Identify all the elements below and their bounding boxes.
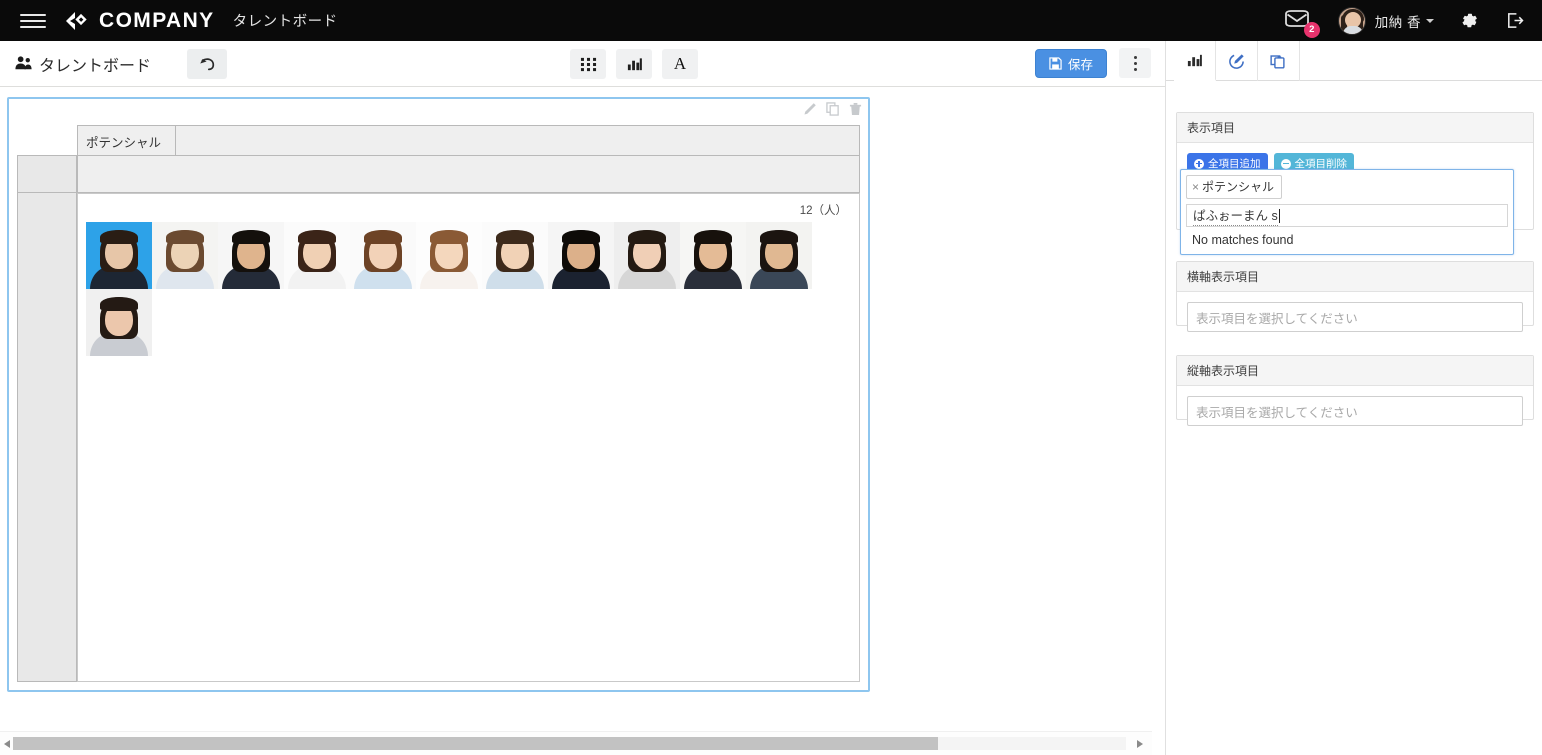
- portrait-thumbnail[interactable]: [284, 222, 350, 289]
- y-axis-placeholder: 表示項目を選択してください: [1196, 402, 1358, 421]
- canvas-horizontal-scrollbar[interactable]: [0, 731, 1152, 755]
- main-toolbar: タレントボード: [0, 41, 1165, 87]
- text-a-icon: A: [674, 54, 686, 74]
- portrait-thumbnail[interactable]: [680, 222, 746, 289]
- header-right-tools: 2 加納 香: [1284, 6, 1542, 36]
- text-caret: [1279, 209, 1280, 223]
- floppy-save-icon: [1049, 57, 1062, 70]
- portrait-thumbnail[interactable]: [548, 222, 614, 289]
- x-axis-body: 表示項目を選択してください: [1177, 292, 1533, 342]
- portrait-thumbnail[interactable]: [614, 222, 680, 289]
- mail-icon[interactable]: 2: [1284, 6, 1318, 36]
- brand-name: COMPANY: [99, 9, 215, 33]
- portrait-thumbnail[interactable]: [86, 222, 152, 289]
- y-axis-title: 縦軸表示項目: [1177, 356, 1533, 386]
- display-items-title: 表示項目: [1177, 113, 1533, 143]
- people-count-label: 12（人）: [800, 202, 847, 218]
- gear-icon[interactable]: [1460, 11, 1479, 30]
- card-delete-icon[interactable]: [849, 102, 862, 121]
- minus-circle-icon: [1281, 159, 1291, 169]
- portrait-thumbnail[interactable]: [746, 222, 812, 289]
- portrait-thumbnail[interactable]: [218, 222, 284, 289]
- hamburger-menu-icon[interactable]: [20, 11, 46, 31]
- grid-view-button[interactable]: [570, 49, 606, 79]
- board-card[interactable]: ポテンシャル 12（人）: [7, 97, 870, 692]
- undo-button[interactable]: [187, 49, 227, 79]
- selected-item-chip[interactable]: × ポテンシャル: [1186, 175, 1282, 199]
- board-corner-cell: [17, 155, 77, 193]
- board-header-band: [77, 155, 860, 193]
- save-button[interactable]: 保存: [1035, 49, 1107, 78]
- search-input-value: ぱふぉーまん s: [1193, 205, 1278, 226]
- card-tool-icons: [803, 102, 862, 121]
- toolbar-title-label: タレントボード: [39, 52, 151, 76]
- display-items-search-input[interactable]: ぱふぉーまん s: [1186, 204, 1508, 227]
- portrait-thumbnail[interactable]: [416, 222, 482, 289]
- save-button-label: 保存: [1068, 54, 1093, 73]
- chart-view-button[interactable]: [616, 49, 652, 79]
- text-view-button[interactable]: A: [662, 49, 698, 79]
- user-avatar[interactable]: [1338, 7, 1366, 35]
- no-matches-message: No matches found: [1186, 227, 1508, 254]
- portrait-grid: [86, 222, 849, 356]
- portrait-thumbnail[interactable]: [350, 222, 416, 289]
- right-settings-panel: 表示項目 全項目追加 全項目削除 × ポテンシャル ぱふぉーまん s No ma…: [1165, 41, 1542, 755]
- undo-arrow-icon: [197, 55, 217, 73]
- clipboard-icon: [1270, 53, 1287, 70]
- board-column-header-label: ポテンシャル: [78, 126, 176, 156]
- x-axis-placeholder: 表示項目を選択してください: [1196, 308, 1358, 327]
- more-vertical-icon[interactable]: [1119, 48, 1151, 78]
- toolbar-right-group: 保存: [1035, 48, 1151, 78]
- panel-tab-strip: [1166, 41, 1542, 81]
- people-icon: [14, 54, 33, 73]
- company-logo-icon: [64, 10, 90, 32]
- horizontal-scroll-thumb[interactable]: [13, 737, 938, 750]
- card-duplicate-icon[interactable]: [826, 102, 840, 121]
- bar-chart-icon: [1186, 52, 1203, 69]
- bar-chart-icon: [626, 56, 643, 73]
- logout-icon[interactable]: [1505, 11, 1524, 30]
- portrait-thumbnail[interactable]: [152, 222, 218, 289]
- y-axis-body: 表示項目を選択してください: [1177, 386, 1533, 436]
- app-title: タレントボード: [233, 10, 338, 31]
- board-title-group: タレントボード: [14, 52, 151, 76]
- pencil-circle-icon: [1228, 53, 1245, 70]
- scroll-left-arrow-icon[interactable]: [0, 737, 13, 750]
- x-axis-select[interactable]: 表示項目を選択してください: [1187, 302, 1523, 332]
- selected-item-label: ポテンシャル: [1202, 178, 1274, 195]
- x-axis-panel: 横軸表示項目 表示項目を選択してください: [1176, 261, 1534, 326]
- tab-edit[interactable]: [1216, 41, 1258, 81]
- card-edit-icon[interactable]: [803, 102, 817, 121]
- grid-icon: [580, 56, 597, 73]
- scroll-right-arrow-icon[interactable]: [1133, 737, 1146, 750]
- board-grid: ポテンシャル 12（人）: [17, 125, 860, 682]
- y-axis-panel: 縦軸表示項目 表示項目を選択してください: [1176, 355, 1534, 420]
- board-canvas: ポテンシャル 12（人）: [0, 88, 1152, 728]
- board-row-header: [17, 193, 77, 682]
- portrait-thumbnail[interactable]: [86, 289, 152, 356]
- portrait-thumbnail[interactable]: [482, 222, 548, 289]
- plus-circle-icon: [1194, 159, 1204, 169]
- x-axis-title: 横軸表示項目: [1177, 262, 1533, 292]
- y-axis-select[interactable]: 表示項目を選択してください: [1187, 396, 1523, 426]
- chevron-down-icon[interactable]: [1426, 19, 1434, 23]
- board-column-header-row: ポテンシャル: [77, 125, 860, 155]
- mail-badge-count: 2: [1304, 22, 1320, 38]
- top-header-bar: COMPANY タレントボード 2 加納 香: [0, 0, 1542, 41]
- user-name-label[interactable]: 加納 香: [1375, 11, 1421, 31]
- view-mode-buttons: A: [570, 49, 698, 79]
- display-items-multiselect[interactable]: × ポテンシャル ぱふぉーまん s No matches found: [1180, 169, 1514, 255]
- close-x-icon[interactable]: ×: [1192, 180, 1199, 194]
- tab-chart[interactable]: [1174, 41, 1216, 81]
- board-cell[interactable]: 12（人）: [77, 193, 860, 682]
- tab-clipboard[interactable]: [1258, 41, 1300, 81]
